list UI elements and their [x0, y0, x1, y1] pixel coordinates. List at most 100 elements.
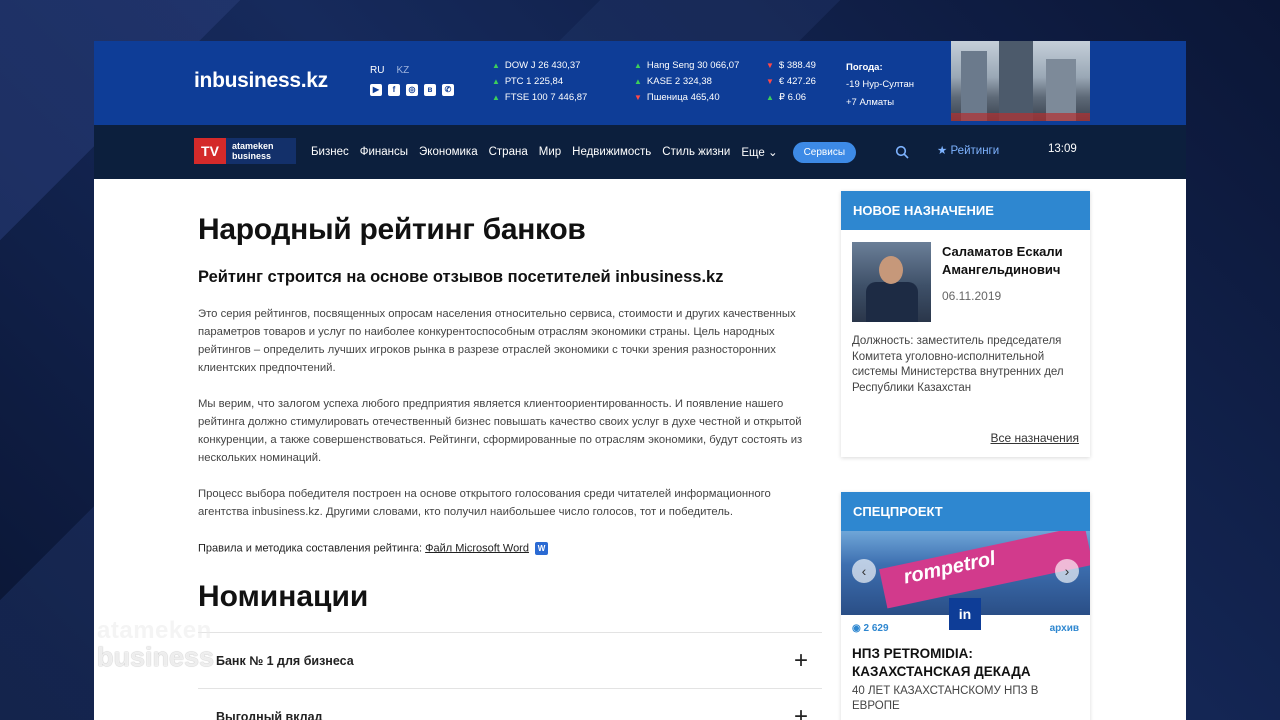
- nav-item-more[interactable]: Еще ⌄: [741, 145, 777, 159]
- appointment-description: Должность: заместитель председателя Коми…: [852, 335, 1064, 394]
- archive-link[interactable]: архив: [1050, 623, 1079, 634]
- intro-text: Это серия рейтингов, посвященных опросам…: [198, 305, 822, 521]
- rules-file-link[interactable]: Файл Microsoft Word: [425, 542, 529, 554]
- weather-row-nursultan: -19 Нур-Султан: [846, 79, 915, 90]
- header-photo-thumbnail[interactable]: [951, 41, 1090, 121]
- all-appointments-link[interactable]: Все назначения: [991, 431, 1079, 445]
- arrow-down-icon: ▼: [766, 61, 774, 70]
- new-appointment-widget: НОВОЕ НАЗНАЧЕНИЕ Саламатов Ескали Аманге…: [841, 191, 1090, 457]
- rules-label: Правила и методика составления рейтинга:: [198, 542, 423, 555]
- site-logo[interactable]: inbusiness.kz: [194, 69, 328, 93]
- ratings-label: Рейтинги: [950, 145, 1000, 157]
- ticker-value: Пшеница 465,40: [646, 92, 720, 103]
- services-button[interactable]: Сервисы: [792, 141, 857, 163]
- arrow-up-icon: ▲: [634, 77, 642, 86]
- ticker-item: ▲ Hang Seng 30 066,07: [634, 58, 739, 74]
- special-project-title[interactable]: НПЗ PETROMIDIA: КАЗАХСТАНСКАЯ ДЕКАДА: [841, 645, 1090, 681]
- ticker-item: ▼ $ 388.49: [766, 58, 816, 74]
- ticker-item: ▲ ₽ 6.06: [766, 90, 816, 106]
- chevron-down-icon: ⌄: [767, 147, 778, 159]
- ticker-column-1: ▲ DOW J 26 430,37 ▲ РТС 1 225,84 ▲ FTSE 100 7…: [492, 58, 587, 106]
- carousel-prev-icon[interactable]: ‹: [852, 559, 876, 583]
- clock: 13:09: [1048, 143, 1077, 155]
- arrow-up-icon: ▲: [766, 93, 774, 102]
- logo-in: in: [194, 69, 213, 92]
- ticker-value: FTSE 100 7 446,87: [504, 92, 588, 103]
- top-bar: inbusiness.kz RU KZ ▶ f ◎ в ✆ ▲ DOW J 26 …: [94, 41, 1186, 125]
- tv-brand-line1: atameken: [232, 141, 274, 151]
- appointee-name[interactable]: Саламатов Ескали Амангельдинович: [942, 243, 1082, 279]
- nav-item-lifestyle[interactable]: Стиль жизни: [662, 146, 730, 158]
- channel-watermark: atameken business: [97, 618, 312, 720]
- views-counter: ◉ 2 629: [852, 623, 889, 634]
- rules-line: Правила и методика составления рейтинга:…: [198, 542, 822, 555]
- ticker-item: ▼ Пшеница 465,40: [634, 90, 739, 106]
- arrow-up-icon: ▲: [492, 77, 500, 86]
- nav-item-finance[interactable]: Финансы: [360, 146, 408, 158]
- arrow-up-icon: ▲: [492, 93, 500, 102]
- instagram-icon[interactable]: ◎: [406, 84, 418, 96]
- language-switcher: RU KZ: [370, 65, 409, 76]
- star-icon: ★: [937, 145, 948, 157]
- ticker-item: ▼ € 427.26: [766, 74, 816, 90]
- facebook-icon[interactable]: f: [388, 84, 400, 96]
- nav-item-world[interactable]: Мир: [539, 146, 561, 158]
- social-links: ▶ f ◎ в ✆: [370, 84, 454, 96]
- special-project-meta: ◉ 2 629 архив: [841, 615, 1090, 645]
- nav-bar: TV atameken business Бизнес Финансы Экон…: [94, 125, 1186, 179]
- nav-item-business[interactable]: Бизнес: [311, 146, 349, 158]
- arrow-up-icon: ▲: [492, 61, 500, 70]
- ticker-value: РТС 1 225,84: [504, 76, 564, 87]
- special-project-header: СПЕЦПРОЕКТ: [841, 492, 1090, 531]
- youtube-icon[interactable]: ▶: [370, 84, 382, 96]
- weather-widget: Погода: -19 Нур-Султан +7 Алматы: [846, 58, 914, 112]
- tv-badge: TV: [194, 138, 226, 164]
- plus-icon[interactable]: +: [794, 703, 808, 720]
- ticker-item: ▲ FTSE 100 7 446,87: [492, 90, 587, 106]
- watermark-line2: business: [97, 642, 215, 672]
- paragraph-1: Это серия рейтингов, посвященных опросам…: [198, 308, 796, 374]
- nav-more-label: Еще: [741, 147, 765, 159]
- whatsapp-icon[interactable]: ✆: [442, 84, 454, 96]
- page-subtitle: Рейтинг строится на основе отзывов посет…: [198, 268, 724, 286]
- special-project-subtitle: 40 ЛЕТ КАЗАХСТАНСКОМУ НПЗ В ЕВРОПЕ: [852, 685, 1039, 712]
- ticker-value: Hang Seng 30 066,07: [646, 60, 740, 71]
- main-menu: Бизнес Финансы Экономика Страна Мир Недв…: [311, 125, 857, 179]
- ticker-value: € 427.26: [778, 76, 816, 87]
- ticker-value: ₽ 6.06: [778, 92, 807, 103]
- nav-item-realestate[interactable]: Недвижимость: [572, 146, 651, 158]
- arrow-down-icon: ▼: [766, 77, 774, 86]
- nav-item-economy[interactable]: Экономика: [419, 146, 478, 158]
- plus-icon[interactable]: +: [794, 647, 808, 675]
- ticker-column-2: ▲ Hang Seng 30 066,07 ▲ KASE 2 324,38 ▼ Пшени…: [634, 58, 739, 106]
- atameken-tv-logo[interactable]: TV atameken business: [194, 138, 296, 164]
- views-count: 2 629: [863, 623, 889, 634]
- lang-ru[interactable]: RU: [370, 65, 384, 76]
- watermark-line1: atameken: [97, 617, 212, 644]
- eye-icon: ◉: [852, 623, 861, 634]
- vk-icon[interactable]: в: [424, 84, 436, 96]
- ticker-value: DOW J 26 430,37: [504, 60, 581, 71]
- ticker-item: ▲ DOW J 26 430,37: [492, 58, 587, 74]
- ratings-link[interactable]: ★ Рейтинги: [937, 143, 999, 157]
- paragraph-3: Процесс выбора победителя построен на ос…: [198, 488, 771, 518]
- page-title: Народный рейтинг банков: [198, 213, 586, 246]
- ticker-value: $ 388.49: [778, 60, 816, 71]
- ticker-item: ▲ KASE 2 324,38: [634, 74, 739, 90]
- search-icon[interactable]: [895, 145, 909, 159]
- logo-rest: business.kz: [212, 69, 328, 92]
- carousel-next-icon[interactable]: ›: [1055, 559, 1079, 583]
- word-document-icon: W: [535, 542, 549, 555]
- special-project-widget: СПЕЦПРОЕКТ rompetrol ‹ › in ◉ 2 629 архи…: [841, 492, 1090, 720]
- nav-item-country[interactable]: Страна: [489, 146, 528, 158]
- arrow-down-icon: ▼: [634, 93, 642, 102]
- tv-brand-line2: business: [232, 151, 272, 161]
- lang-kz[interactable]: KZ: [396, 65, 409, 76]
- paragraph-2: Мы верим, что залогом успеха любого пред…: [198, 398, 803, 464]
- arrow-up-icon: ▲: [634, 61, 642, 70]
- ticker-item: ▲ РТС 1 225,84: [492, 74, 587, 90]
- appointment-date: 06.11.2019: [942, 289, 1002, 303]
- appointment-header: НОВОЕ НАЗНАЧЕНИЕ: [841, 191, 1090, 230]
- appointee-photo[interactable]: [852, 242, 931, 322]
- nominations-title: Номинации: [198, 580, 369, 613]
